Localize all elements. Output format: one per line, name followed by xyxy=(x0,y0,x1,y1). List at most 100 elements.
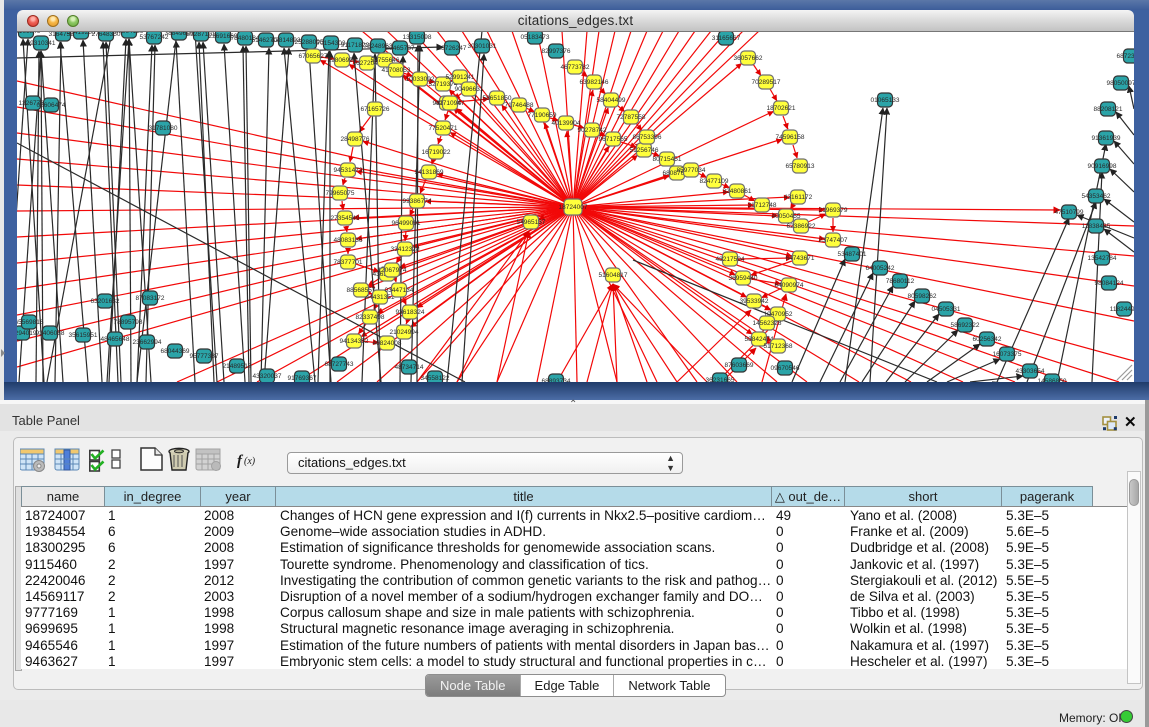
svg-text:28498776: 28498776 xyxy=(341,136,370,143)
svg-text:54965137: 54965137 xyxy=(517,219,546,226)
svg-text:11824493: 11824493 xyxy=(1110,306,1134,313)
svg-text:11838425: 11838425 xyxy=(1082,223,1111,230)
svg-text:41708053: 41708053 xyxy=(382,67,411,74)
svg-text:91361939: 91361939 xyxy=(1092,135,1121,142)
svg-text:94531473: 94531473 xyxy=(334,167,363,174)
svg-text:38726247: 38726247 xyxy=(438,45,467,52)
svg-text:05183473: 05183473 xyxy=(521,34,550,41)
svg-text:23662994: 23662994 xyxy=(133,339,162,346)
svg-text:14586850: 14586850 xyxy=(1038,378,1067,382)
svg-text:86753396: 86753396 xyxy=(633,134,662,141)
svg-text:46773782: 46773782 xyxy=(561,64,590,71)
svg-text:93618324: 93618324 xyxy=(396,309,425,316)
svg-text:48217594: 48217594 xyxy=(716,256,745,263)
svg-text:36959440: 36959440 xyxy=(729,275,758,282)
svg-text:09670546: 09670546 xyxy=(771,365,800,372)
svg-text:68723430: 68723430 xyxy=(1117,53,1134,60)
svg-text:34558122: 34558122 xyxy=(421,375,450,382)
svg-text:67065627: 67065627 xyxy=(299,53,328,60)
svg-text:58842474: 58842474 xyxy=(745,336,774,343)
svg-text:96499091: 96499091 xyxy=(392,220,421,227)
svg-text:21024994: 21024994 xyxy=(390,329,419,336)
svg-text:68044369: 68044369 xyxy=(161,348,190,355)
svg-text:16719022: 16719022 xyxy=(422,149,451,156)
svg-text:62386922: 62386922 xyxy=(787,223,816,230)
svg-text:36057662: 36057662 xyxy=(734,55,763,62)
svg-text:35615951: 35615951 xyxy=(69,332,98,339)
svg-text:21489513: 21489513 xyxy=(223,363,252,370)
svg-text:64090974: 64090974 xyxy=(775,282,804,289)
svg-text:90496631: 90496631 xyxy=(455,86,484,93)
svg-text:03447134: 03447134 xyxy=(385,287,414,294)
svg-text:31781080: 31781080 xyxy=(149,125,178,132)
svg-text:32480861: 32480861 xyxy=(723,188,752,195)
svg-text:64743671: 64743671 xyxy=(786,255,815,262)
svg-text:18724007: 18724007 xyxy=(559,204,588,211)
svg-text:94134352: 94134352 xyxy=(340,338,369,345)
svg-text:72787558: 72787558 xyxy=(617,114,646,121)
svg-text:51712368: 51712368 xyxy=(764,343,793,350)
svg-text:87083172: 87083172 xyxy=(136,295,165,302)
svg-text:80715451: 80715451 xyxy=(653,156,682,163)
svg-text:90916998: 90916998 xyxy=(1088,163,1117,170)
svg-text:43161172: 43161172 xyxy=(784,194,813,201)
svg-text:98050097: 98050097 xyxy=(1107,80,1134,87)
svg-text:94131869: 94131869 xyxy=(415,169,444,176)
svg-text:90278742: 90278742 xyxy=(578,127,607,134)
svg-text:85977034: 85977034 xyxy=(677,167,706,174)
svg-text:48465648: 48465648 xyxy=(101,336,130,343)
svg-text:51604817: 51604817 xyxy=(599,272,628,279)
svg-text:04505331: 04505331 xyxy=(932,306,961,313)
svg-text:31165667: 31165667 xyxy=(712,35,741,42)
svg-text:12067974: 12067974 xyxy=(378,267,407,274)
svg-text:f: f xyxy=(237,453,244,469)
svg-text:21969379: 21969379 xyxy=(819,207,848,214)
svg-text:13542784: 13542784 xyxy=(1088,255,1117,262)
svg-text:39533942: 39533942 xyxy=(740,298,769,305)
svg-text:70289517: 70289517 xyxy=(752,79,781,86)
svg-text:14562328: 14562328 xyxy=(753,320,782,327)
svg-text:88208121: 88208121 xyxy=(1094,106,1123,113)
svg-text:77520471: 77520471 xyxy=(429,125,458,132)
svg-text:67165726: 67165726 xyxy=(361,106,390,113)
svg-text:44431351: 44431351 xyxy=(366,294,395,301)
svg-text:88568557: 88568557 xyxy=(347,287,376,294)
svg-text:65569816: 65569816 xyxy=(17,319,44,326)
svg-text:40139904: 40139904 xyxy=(552,120,581,127)
svg-text:13315098: 13315098 xyxy=(403,34,432,41)
svg-text:82997376: 82997376 xyxy=(542,48,571,55)
svg-text:33412328: 33412328 xyxy=(391,246,420,253)
svg-text:16073375: 16073375 xyxy=(993,351,1022,358)
svg-text:68893734: 68893734 xyxy=(542,378,571,382)
svg-text:77190659: 77190659 xyxy=(528,112,557,119)
svg-text:83465787: 83465787 xyxy=(386,45,415,52)
svg-text:59310341: 59310341 xyxy=(27,40,56,47)
svg-text:51256746: 51256746 xyxy=(630,147,659,154)
svg-text:63982146: 63982146 xyxy=(580,79,609,86)
svg-text:43320037: 43320037 xyxy=(253,373,282,380)
svg-text:43303654: 43303654 xyxy=(1016,368,1045,375)
svg-text:58404499: 58404499 xyxy=(597,97,626,104)
svg-text:(x): (x) xyxy=(244,456,256,467)
svg-text:01065133: 01065133 xyxy=(871,97,900,104)
svg-text:58692322: 58692322 xyxy=(951,322,980,329)
svg-text:53487401: 53487401 xyxy=(838,251,867,258)
svg-text:48083136: 48083136 xyxy=(334,237,363,244)
svg-text:99386774: 99386774 xyxy=(403,198,432,205)
svg-text:65780913: 65780913 xyxy=(786,163,815,170)
svg-text:80598262: 80598262 xyxy=(908,293,937,300)
svg-text:54353462: 54353462 xyxy=(1082,193,1111,200)
svg-text:52991241: 52991241 xyxy=(446,74,475,81)
svg-text:18702621: 18702621 xyxy=(767,105,796,112)
svg-text:64005242: 64005242 xyxy=(866,265,895,272)
svg-text:78680112: 78680112 xyxy=(886,278,915,285)
svg-text:78377701: 78377701 xyxy=(334,259,363,266)
svg-text:47510799: 47510799 xyxy=(1055,209,1084,216)
svg-text:14294019: 14294019 xyxy=(17,330,37,337)
svg-text:48734714: 48734714 xyxy=(395,364,424,371)
svg-text:63201632: 63201632 xyxy=(91,298,120,305)
svg-text:82337498: 82337498 xyxy=(356,314,385,321)
svg-text:60256342: 60256342 xyxy=(973,336,1002,343)
svg-text:78895798: 78895798 xyxy=(114,319,143,326)
svg-text:31712748: 31712748 xyxy=(748,202,777,209)
